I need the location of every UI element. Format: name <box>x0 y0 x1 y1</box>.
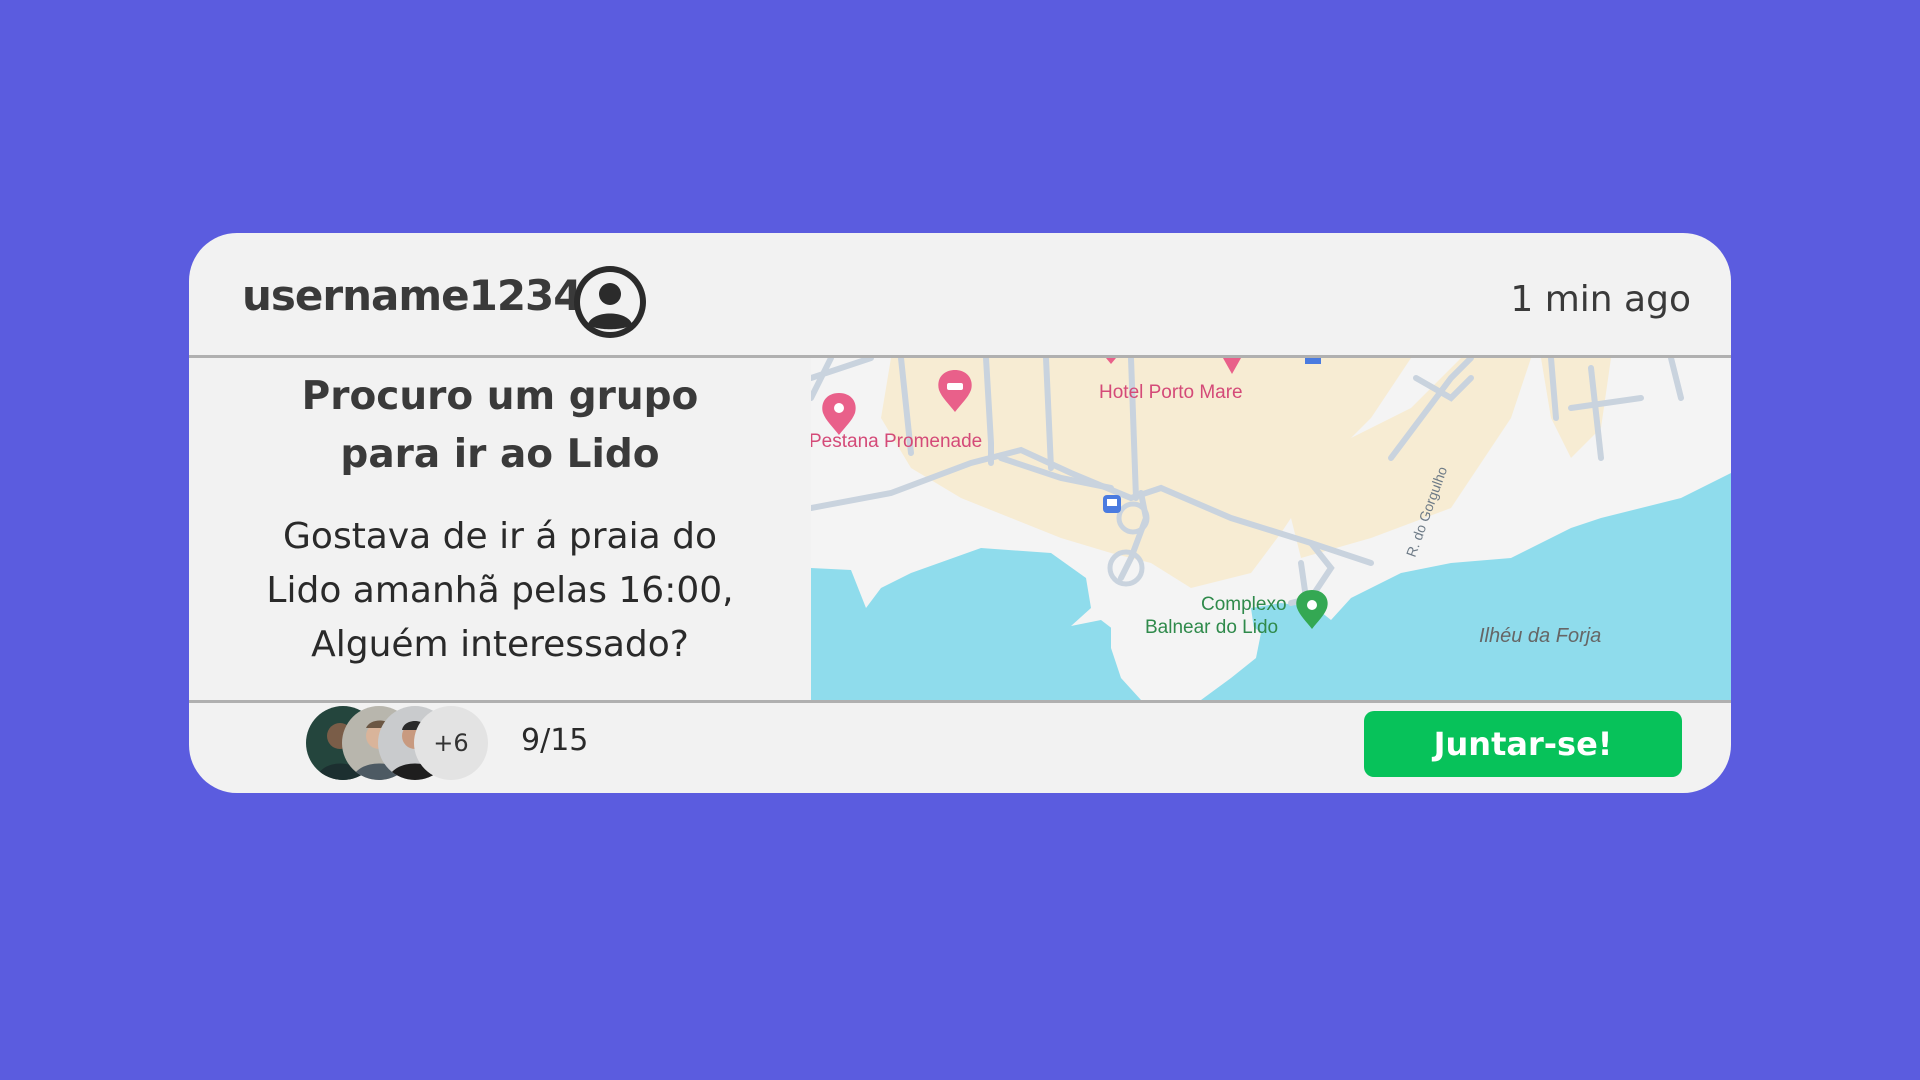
post-card: username1234 1 min ago Procuro um grupo … <box>189 233 1731 793</box>
user-avatar-icon[interactable] <box>571 263 649 341</box>
participant-count: 9/15 <box>521 723 589 758</box>
bus-stop-icon <box>1305 358 1321 364</box>
more-participants-badge: +6 <box>414 706 488 780</box>
post-content: Procuro um grupo para ir ao Lido Gostava… <box>189 358 811 700</box>
location-map[interactable]: Hotel Porto Mare Pestana Promenade Compl… <box>811 358 1731 700</box>
post-title-line: Procuro um grupo <box>301 374 699 419</box>
map-label-ilheu: Ilhéu da Forja <box>1479 625 1601 647</box>
post-body-line: Alguém interessado? <box>311 624 689 665</box>
bus-stop-icon[interactable] <box>1103 495 1121 513</box>
timestamp: 1 min ago <box>1510 279 1691 320</box>
post-header: username1234 1 min ago <box>189 233 1731 355</box>
post-body-line: Lido amanhã pelas 16:00, <box>266 570 734 611</box>
post-body-line: Gostava de ir á praia do <box>283 516 717 557</box>
post-body: Gostava de ir á praia do Lido amanhã pel… <box>189 510 811 672</box>
post-title-line: para ir ao Lido <box>340 432 660 477</box>
participants-avatars[interactable]: +6 <box>306 706 496 780</box>
post-footer: +6 9/15 Juntar-se! <box>189 703 1731 793</box>
map-label-complexo: Complexo <box>1201 594 1287 615</box>
username[interactable]: username1234 <box>242 271 582 320</box>
map-label-pestana: Pestana Promenade <box>811 431 982 452</box>
post-title: Procuro um grupo para ir ao Lido <box>189 368 811 484</box>
map-label-hotel: Hotel Porto Mare <box>1099 382 1243 403</box>
map-label-complexo: Balnear do Lido <box>1145 617 1278 638</box>
join-button[interactable]: Juntar-se! <box>1364 711 1682 777</box>
